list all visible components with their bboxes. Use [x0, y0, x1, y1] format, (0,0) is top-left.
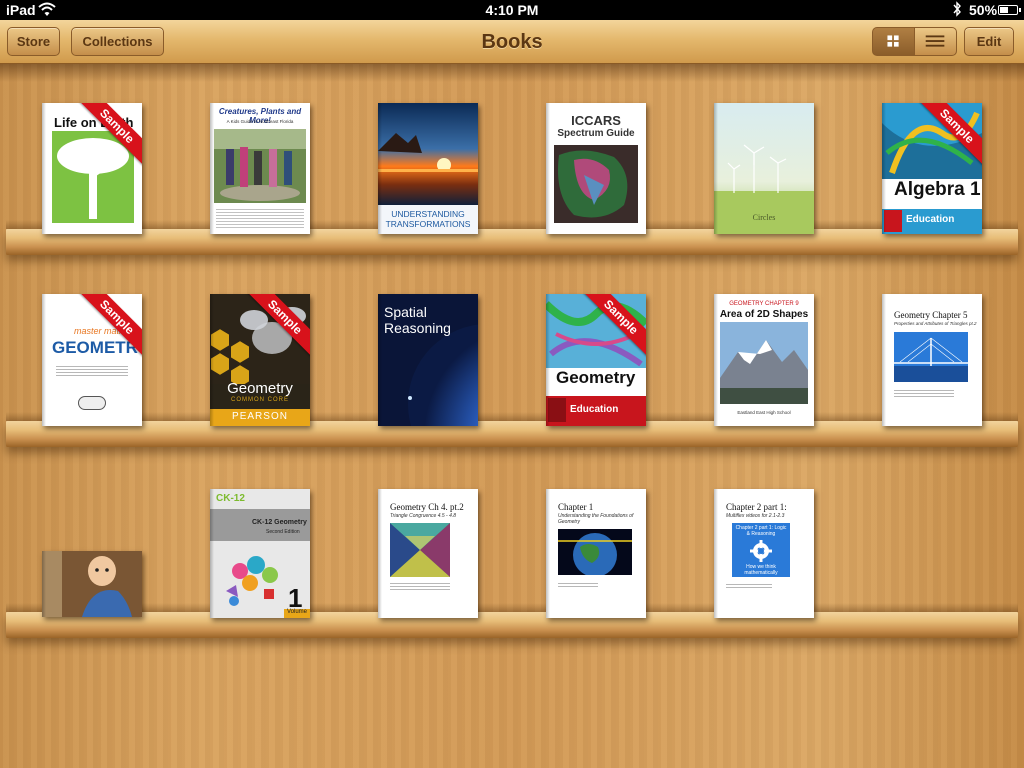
cover-text-lines	[894, 388, 954, 397]
book-footer: Eastland East High School	[737, 410, 791, 415]
publisher-name: PEARSON	[232, 411, 288, 422]
book-title: Area of 2D Shapes	[719, 309, 809, 320]
book-pearson-geometry[interactable]: Geometry COMMON CORE PEARSON Sample	[210, 294, 310, 426]
book-photo-baby[interactable]	[42, 551, 142, 617]
shapes-illustration	[226, 556, 278, 606]
book-title: ICCARS	[571, 113, 621, 128]
inner-cover-caption: How we think mathematically	[744, 564, 778, 576]
book-mcgraw-geometry[interactable]: Geometry Education Sample	[546, 294, 646, 426]
book-understanding-transformations[interactable]: UNDERSTANDING TRANSFORMATIONS	[378, 103, 478, 234]
book-geometry-chapter-5[interactable]: Geometry Chapter 5 Properties and Attrib…	[882, 294, 982, 426]
tree-illustration	[52, 131, 134, 223]
volume-label: Volume	[287, 609, 308, 615]
book-algebra-1[interactable]: Algebra 1 Education Sample	[882, 103, 982, 234]
grid-icon	[887, 35, 899, 47]
book-subtitle: COMMON CORE	[231, 397, 289, 403]
author-badge	[78, 396, 106, 410]
view-mode-control	[872, 27, 957, 56]
globe-photo	[558, 529, 632, 575]
book-master-math-geometry[interactable]: master math GEOMETRY Sample	[42, 294, 142, 426]
book-subtitle: Understanding the Foundations of Geometr…	[558, 513, 634, 525]
grid-view-button[interactable]	[872, 27, 915, 56]
book-kicker: GEOMETRY CHAPTER 9	[729, 301, 799, 307]
list-view-button[interactable]	[914, 27, 957, 56]
shelf	[6, 603, 1018, 638]
book-chapter-1[interactable]: Chapter 1 Understanding the Foundations …	[546, 489, 646, 618]
book-subtitle: Second Edition	[266, 529, 300, 535]
book-title: Chapter 2 part 1:	[726, 502, 787, 512]
cover-text-lines	[390, 581, 450, 590]
brand-logo: CK-12	[216, 493, 245, 504]
baby-photo	[42, 551, 142, 617]
triangle-pattern	[390, 523, 450, 577]
book-subtitle: A Kids Guide to Northeast Florida	[226, 119, 294, 124]
brain-gear-icon	[750, 540, 772, 562]
book-iccars[interactable]: ICCARS Spectrum Guide	[546, 103, 646, 234]
book-title: Circles	[752, 213, 776, 222]
page-title: Books	[481, 31, 543, 53]
edit-button[interactable]: Edit	[964, 27, 1014, 56]
shelf	[6, 412, 1018, 447]
cover-text-lines	[726, 582, 772, 588]
cover-text-lines	[558, 581, 598, 587]
book-life-on-earth[interactable]: Life on Earth Sample	[42, 103, 142, 234]
book-title: Spatial Reasoning	[384, 304, 451, 336]
satellite-map	[554, 145, 638, 223]
book-title: Geometry	[227, 380, 293, 397]
book-title: Chapter 1	[558, 502, 594, 512]
book-area-2d-shapes[interactable]: GEOMETRY CHAPTER 9 Area of 2D Shapes Eas…	[714, 294, 814, 426]
list-icon	[925, 35, 945, 47]
book-circles[interactable]: Circles	[714, 103, 814, 234]
toolbar: Store Collections Books Edit	[0, 20, 1024, 64]
status-bar: iPad 4:10 PM 50%	[0, 0, 1024, 20]
book-title: Geometry Ch 4. pt.2	[390, 502, 464, 512]
battery-icon	[998, 5, 1021, 15]
inner-cover-title: Chapter 2 part 1: Logic & Reasoning	[735, 525, 787, 537]
book-chapter-2-part-1[interactable]: Chapter 2 part 1: Multiflex videos for 2…	[714, 489, 814, 618]
book-title: Geometry	[556, 368, 636, 387]
book-spatial-reasoning[interactable]: Spatial Reasoning	[378, 294, 478, 426]
mcgraw-hill-logo	[884, 210, 902, 232]
book-title: Geometry Chapter 5	[894, 310, 968, 320]
publisher-name: Education	[906, 214, 955, 225]
cover-text-lines	[216, 207, 304, 229]
bridge-photo	[894, 332, 968, 382]
book-subtitle: Spectrum Guide	[557, 128, 635, 139]
mountain-photo	[720, 322, 808, 404]
mcgraw-hill-logo	[548, 398, 566, 422]
bluetooth-icon	[953, 1, 961, 17]
cover-text-lines	[56, 364, 128, 376]
battery-percent: 50%	[969, 2, 998, 18]
book-title: UNDERSTANDING TRANSFORMATIONS	[385, 209, 471, 229]
book-title: CK-12 Geometry	[252, 519, 307, 526]
book-subtitle: Triangle Congruence 4.5 - 4.8	[390, 513, 457, 519]
publisher-name: Education	[570, 404, 619, 415]
book-title: Algebra 1	[894, 179, 981, 200]
book-subtitle: Properties and Attributes of Triangles p…	[894, 321, 977, 326]
book-ck12-geometry[interactable]: CK-12 CK-12 Geometry Second Edition 1 Vo…	[210, 489, 310, 618]
book-geometry-ch4[interactable]: Geometry Ch 4. pt.2 Triangle Congruence …	[378, 489, 478, 618]
sunset-photo	[378, 103, 478, 205]
book-creatures-plants[interactable]: Creatures, Plants and More! A Kids Guide…	[210, 103, 310, 234]
clock: 4:10 PM	[485, 2, 539, 18]
book-subtitle: Multiflex videos for 2.1-2.3	[726, 513, 785, 519]
shelf	[6, 220, 1018, 255]
cover-photo	[214, 129, 306, 203]
